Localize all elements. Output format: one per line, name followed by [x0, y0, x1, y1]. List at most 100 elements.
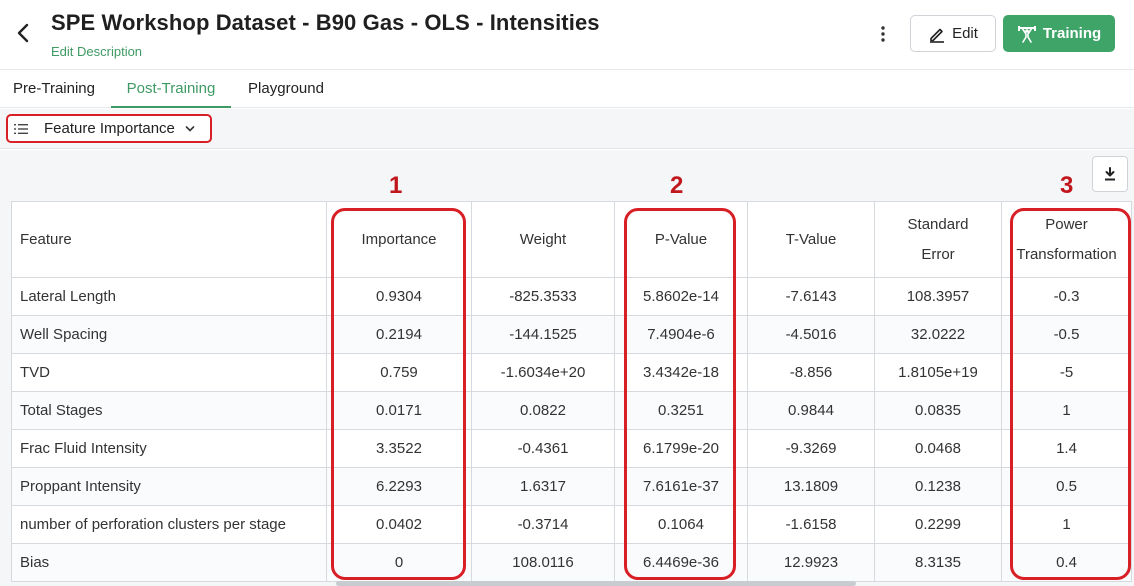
cell-importance: 0: [326, 543, 472, 582]
view-selector-label: Feature Importance: [44, 120, 175, 137]
power-transformation-line-1: Power: [1045, 215, 1088, 233]
cell-weight: -825.3533: [471, 277, 615, 316]
column-header-weight[interactable]: Weight: [471, 201, 615, 278]
training-button[interactable]: Training: [1003, 15, 1115, 52]
cell-p-value: 7.6161e-37: [614, 467, 748, 506]
standard-error-line-1: Standard: [907, 215, 969, 233]
cell-feature: number of perforation clusters per stage: [11, 505, 327, 544]
cell-feature: Proppant Intensity: [11, 467, 327, 506]
cell-weight: 0.0822: [471, 391, 615, 430]
tab-bar: Pre-Training Post-Training Playground: [0, 70, 1134, 108]
cell-power-transformation: 1: [1001, 505, 1132, 544]
table-row: Lateral Length 0.9304 -825.3533 5.8602e-…: [11, 277, 1132, 316]
cell-weight: -1.6034e+20: [471, 353, 615, 392]
table-row: Bias 0 108.0116 6.4469e-36 12.9923 8.313…: [11, 543, 1132, 582]
cell-weight: 108.0116: [471, 543, 615, 582]
annotation-marker-2: 2: [670, 172, 684, 199]
chevron-left-icon: [17, 23, 29, 43]
cell-importance: 0.2194: [326, 315, 472, 354]
tab-pre-training[interactable]: Pre-Training: [11, 70, 97, 108]
cell-power-transformation: 1: [1001, 391, 1132, 430]
cell-feature: TVD: [11, 353, 327, 392]
edit-button[interactable]: Edit: [910, 15, 996, 52]
cell-standard-error: 8.3135: [874, 543, 1002, 582]
cell-weight: -0.3714: [471, 505, 615, 544]
cell-t-value: -8.856: [747, 353, 875, 392]
column-header-power-transformation[interactable]: Power Transformation: [1001, 201, 1132, 278]
cell-feature: Well Spacing: [11, 315, 327, 354]
cell-standard-error: 108.3957: [874, 277, 1002, 316]
edit-description-link[interactable]: Edit Description: [51, 44, 142, 59]
cell-t-value: -1.6158: [747, 505, 875, 544]
cell-p-value: 0.1064: [614, 505, 748, 544]
annotation-marker-1: 1: [389, 172, 403, 199]
column-header-importance[interactable]: Importance: [326, 201, 472, 278]
cell-importance: 0.0402: [326, 505, 472, 544]
cell-standard-error: 32.0222: [874, 315, 1002, 354]
cell-importance: 6.2293: [326, 467, 472, 506]
kebab-menu-icon: [881, 26, 885, 42]
horizontal-scrollbar[interactable]: [336, 581, 856, 586]
back-button[interactable]: [12, 20, 34, 46]
table-row: Frac Fluid Intensity 3.3522 -0.4361 6.17…: [11, 429, 1132, 468]
table-row: number of perforation clusters per stage…: [11, 505, 1132, 544]
page-title: SPE Workshop Dataset - B90 Gas - OLS - I…: [51, 10, 600, 35]
cell-p-value: 6.4469e-36: [614, 543, 748, 582]
cell-weight: -0.4361: [471, 429, 615, 468]
tab-playground[interactable]: Playground: [245, 70, 327, 108]
power-transformation-line-2: Transformation: [1016, 245, 1117, 263]
cell-power-transformation: -5: [1001, 353, 1132, 392]
cell-standard-error: 0.0835: [874, 391, 1002, 430]
cell-t-value: -7.6143: [747, 277, 875, 316]
table-header-row: Feature Importance Weight P-Value T-Valu…: [11, 201, 1132, 278]
chevron-down-icon: [185, 125, 195, 132]
cell-importance: 3.3522: [326, 429, 472, 468]
table-row: TVD 0.759 -1.6034e+20 3.4342e-18 -8.856 …: [11, 353, 1132, 392]
cell-power-transformation: 0.5: [1001, 467, 1132, 506]
table-row: Total Stages 0.0171 0.0822 0.3251 0.9844…: [11, 391, 1132, 430]
cell-weight: 1.6317: [471, 467, 615, 506]
standard-error-line-2: Error: [921, 245, 955, 263]
cell-feature: Lateral Length: [11, 277, 327, 316]
view-toolbar: Feature Importance: [0, 109, 1134, 149]
cell-importance: 0.0171: [326, 391, 472, 430]
tab-post-training[interactable]: Post-Training: [111, 70, 231, 108]
cell-power-transformation: -0.3: [1001, 277, 1132, 316]
cell-power-transformation: 1.4: [1001, 429, 1132, 468]
feature-importance-table: Feature Importance Weight P-Value T-Valu…: [11, 201, 1132, 582]
column-header-feature[interactable]: Feature: [11, 201, 327, 278]
more-options-button[interactable]: [875, 22, 891, 46]
weightlifter-icon: [1017, 25, 1036, 43]
edit-button-label: Edit: [952, 25, 978, 42]
column-header-standard-error[interactable]: Standard Error: [874, 201, 1002, 278]
cell-t-value: 12.9923: [747, 543, 875, 582]
download-button[interactable]: [1092, 156, 1128, 192]
cell-standard-error: 0.1238: [874, 467, 1002, 506]
list-icon: [14, 123, 28, 134]
cell-p-value: 6.1799e-20: [614, 429, 748, 468]
annotation-marker-3: 3: [1060, 172, 1074, 199]
cell-feature: Total Stages: [11, 391, 327, 430]
cell-power-transformation: -0.5: [1001, 315, 1132, 354]
cell-standard-error: 1.8105e+19: [874, 353, 1002, 392]
download-icon: [1105, 167, 1115, 181]
cell-t-value: 0.9844: [747, 391, 875, 430]
cell-importance: 0.9304: [326, 277, 472, 316]
column-header-p-value[interactable]: P-Value: [614, 201, 748, 278]
pencil-icon: [930, 28, 945, 43]
view-selector-dropdown[interactable]: Feature Importance: [6, 114, 212, 143]
training-button-label: Training: [1042, 25, 1102, 42]
cell-p-value: 7.4904e-6: [614, 315, 748, 354]
table-row: Proppant Intensity 6.2293 1.6317 7.6161e…: [11, 467, 1132, 506]
column-header-t-value[interactable]: T-Value: [747, 201, 875, 278]
page-header: SPE Workshop Dataset - B90 Gas - OLS - I…: [0, 0, 1134, 70]
cell-p-value: 0.3251: [614, 391, 748, 430]
cell-power-transformation: 0.4: [1001, 543, 1132, 582]
cell-importance: 0.759: [326, 353, 472, 392]
cell-feature: Bias: [11, 543, 327, 582]
cell-p-value: 3.4342e-18: [614, 353, 748, 392]
cell-t-value: 13.1809: [747, 467, 875, 506]
cell-p-value: 5.8602e-14: [614, 277, 748, 316]
cell-weight: -144.1525: [471, 315, 615, 354]
table-row: Well Spacing 0.2194 -144.1525 7.4904e-6 …: [11, 315, 1132, 354]
